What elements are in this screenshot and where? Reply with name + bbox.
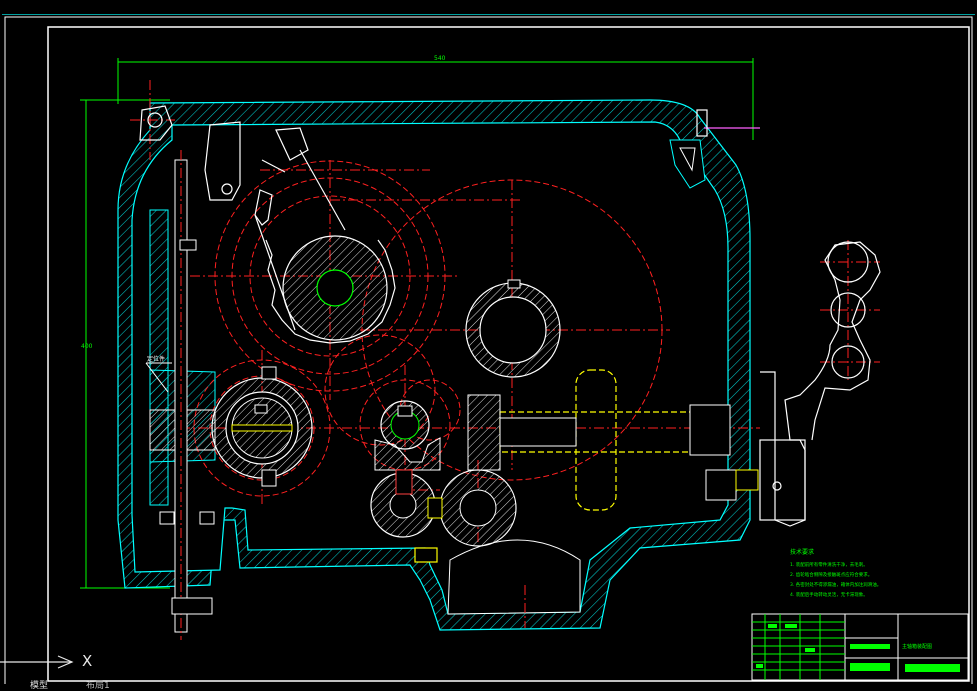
tech-note-line: 1. 装配前所有零件清洗干净，去毛刺。 xyxy=(790,561,868,568)
dim-width-label: 540 xyxy=(434,55,446,62)
cad-drawing-canvas[interactable]: 540 400 180 90 120 xyxy=(0,0,977,690)
ucs-x-label: X xyxy=(82,652,93,670)
callout-text: 定位件 xyxy=(147,355,165,363)
title-block[interactable] xyxy=(751,613,969,681)
dim-height-label: 400 xyxy=(81,343,93,350)
technical-notes: 技术要求 1. 装配前所有零件清洗干净，去毛刺。 2. 齿轮啮合侧隙及接触斑点应… xyxy=(790,548,881,598)
shift-lever[interactable] xyxy=(759,241,881,527)
lever-arm xyxy=(696,109,760,137)
ucs-icon xyxy=(0,655,74,669)
tech-note-line: 4. 装配后手动转动灵活，无卡滞现象。 xyxy=(790,591,868,598)
tech-notes-title: 技术要求 xyxy=(790,548,814,556)
tech-note-line: 3. 各密封处不得渗漏油，箱体内加注润滑油。 xyxy=(790,581,881,588)
drawing-title: 主轴箱装配图 xyxy=(902,643,932,650)
layout-tab-strip xyxy=(0,684,977,690)
tech-note-line: 2. 齿轮啮合侧隙及接触斑点应符合要求。 xyxy=(790,571,872,578)
